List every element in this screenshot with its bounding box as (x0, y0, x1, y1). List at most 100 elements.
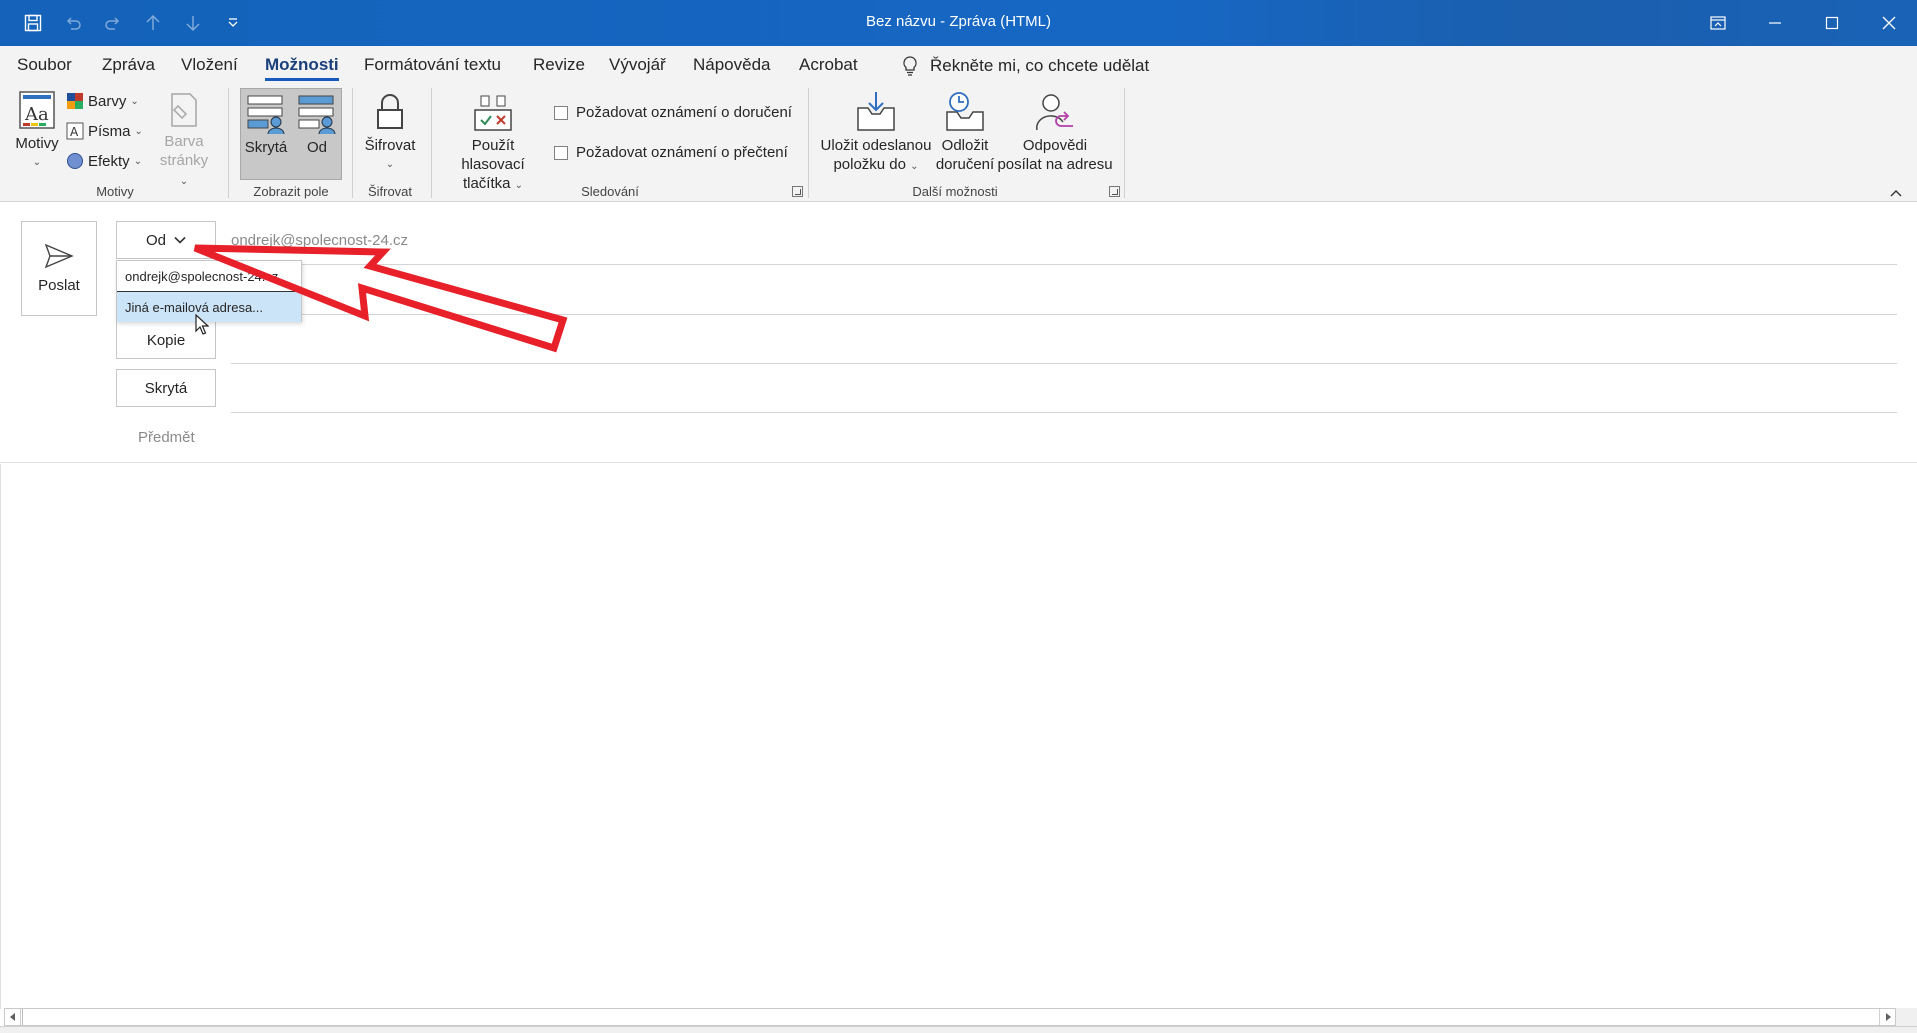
window-controls (1689, 0, 1917, 46)
fonts-icon: A (66, 122, 84, 140)
group-label-zobrazit-pole: Zobrazit pole (253, 184, 329, 199)
tell-me-label: Řekněte mi, co chcete udělat (930, 56, 1150, 75)
checkbox-box[interactable] (554, 145, 568, 160)
mouse-cursor-icon (195, 314, 209, 335)
delivery-receipt-checkbox[interactable]: Požadovat oznámení o doručení (554, 104, 792, 121)
collapse-ribbon-icon[interactable] (1889, 188, 1903, 198)
tab-revize[interactable]: Revize (533, 55, 585, 83)
reply-to-icon (1036, 94, 1073, 131)
checkbox-box[interactable] (554, 105, 568, 120)
tracking-dialog-launcher-icon[interactable] (792, 186, 803, 197)
show-from-button[interactable]: Od (294, 92, 340, 157)
group-label-dalsi-moznosti: Další možnosti (912, 184, 998, 199)
tab-soubor[interactable]: Soubor (17, 55, 72, 83)
voting-label-1: Použít hlasovací (461, 137, 525, 173)
send-button[interactable]: Poslat (21, 221, 97, 316)
save-sent-label-1: Uložit odeslanou (820, 137, 932, 154)
more-options-dialog-launcher-icon[interactable] (1109, 186, 1120, 197)
compose-header: Poslat Od ondrejk@spolecnost-24.cz Kopie… (0, 203, 1917, 463)
save-icon[interactable] (18, 8, 48, 38)
minimize-icon[interactable] (1746, 0, 1803, 46)
window-title: Bez názvu - Zpráva (HTML) (865, 13, 1052, 30)
arrow-down-icon[interactable] (178, 8, 208, 38)
send-icon (44, 243, 74, 269)
chevron-down-icon (174, 236, 186, 244)
effects-icon (67, 153, 83, 169)
tab-acrobat[interactable]: Acrobat (799, 55, 858, 83)
effects-button[interactable]: Efekty ⌄ (66, 152, 142, 170)
tab-formatovani-textu[interactable]: Formátování textu (364, 55, 501, 83)
save-sent-item-button[interactable]: Uložit odeslanou položku do ⌄ (816, 90, 936, 176)
scroll-right-icon[interactable] (1879, 1009, 1895, 1025)
page-color-label-1: Barva (164, 133, 204, 150)
page-color-button[interactable]: Barva stránky ⌄ (154, 90, 214, 191)
cc-label: Kopie (146, 331, 186, 349)
bcc-field-icon (247, 95, 285, 135)
save-sent-item-icon (857, 92, 895, 131)
horizontal-scrollbar[interactable] (4, 1008, 1896, 1026)
group-separator (228, 88, 229, 198)
customize-toolbar-icon[interactable] (218, 8, 248, 38)
voting-label-2: tlačítka (462, 175, 511, 192)
to-field-line[interactable] (231, 314, 1897, 315)
colors-button[interactable]: Barvy ⌄ (66, 92, 139, 110)
message-body[interactable] (0, 464, 1917, 1009)
redo-icon[interactable] (98, 8, 128, 38)
colors-icon (67, 93, 83, 109)
subject-field-line[interactable] (0, 462, 1917, 463)
chevron-down-icon: ⌄ (514, 180, 524, 191)
group-separator (352, 88, 353, 198)
group-label-sledovani: Sledování (581, 184, 639, 199)
chevron-down-icon: ⌄ (179, 176, 189, 187)
quick-access-toolbar (18, 8, 248, 38)
tab-zprava[interactable]: Zpráva (102, 55, 155, 83)
tab-moznosti[interactable]: Možnosti (265, 55, 339, 83)
from-dropdown-menu: ondrejk@spolecnost-24.cz Jiná e-mailová … (116, 260, 302, 322)
bcc-button[interactable]: Skrytá (116, 369, 216, 407)
ribbon-display-options-icon[interactable] (1689, 0, 1746, 46)
arrow-up-icon[interactable] (138, 8, 168, 38)
chevron-down-icon: ⌄ (910, 161, 919, 172)
effects-label: Efekty (88, 152, 130, 170)
dropdown-item-current-address[interactable]: ondrejk@spolecnost-24.cz (117, 261, 301, 291)
reply-to-label-1: Odpovědi (1022, 137, 1088, 154)
scroll-left-icon[interactable] (5, 1009, 21, 1025)
themes-button[interactable]: Aa Motivy ⌄ (12, 88, 62, 172)
title-bar: Bez názvu - Zpráva (HTML) (0, 0, 1917, 46)
delay-delivery-button[interactable]: Odložit doručení (932, 90, 998, 174)
svg-text:A: A (70, 125, 79, 139)
fonts-button[interactable]: A Písma ⌄ (66, 122, 143, 140)
show-from-label: Od (306, 139, 327, 156)
from-field-icon (298, 95, 336, 135)
reply-to-button[interactable]: Odpovědi posílat na adresu (996, 90, 1114, 174)
tab-napoveda[interactable]: Nápověda (693, 55, 771, 83)
colors-label: Barvy (88, 92, 127, 110)
themes-icon: Aa (19, 91, 55, 129)
encrypt-button[interactable]: Šifrovat ⌄ (362, 90, 418, 174)
show-bcc-label: Skrytá (244, 139, 288, 156)
group-label-motivy: Motivy (96, 184, 134, 199)
voting-buttons-button[interactable]: Použít hlasovací tlačítka ⌄ (438, 90, 548, 195)
close-icon[interactable] (1860, 0, 1917, 46)
dropdown-item-other-address[interactable]: Jiná e-mailová adresa... (117, 292, 301, 322)
lock-icon (377, 94, 403, 129)
voting-icon (474, 95, 512, 131)
lightbulb-icon (903, 56, 917, 76)
tell-me-search[interactable]: Řekněte mi, co chcete udělat (900, 55, 1149, 77)
tab-vyvojar[interactable]: Vývojář (609, 55, 666, 83)
svg-text:Aa: Aa (24, 104, 49, 125)
fonts-label: Písma (88, 122, 131, 140)
group-separator (431, 88, 432, 198)
scrollbar-track[interactable] (22, 1009, 1878, 1025)
bcc-field-line[interactable] (231, 412, 1897, 413)
read-receipt-checkbox[interactable]: Požadovat oznámení o přečtení (554, 144, 788, 161)
save-sent-label-2: položku do (833, 156, 906, 173)
cc-field-line[interactable] (231, 363, 1897, 364)
undo-icon[interactable] (58, 8, 88, 38)
chevron-down-icon: ⌄ (32, 157, 42, 168)
tab-vlozeni[interactable]: Vložení (181, 55, 238, 83)
status-bar (0, 1026, 1917, 1033)
from-button[interactable]: Od (116, 221, 216, 259)
maximize-icon[interactable] (1803, 0, 1860, 46)
show-bcc-button[interactable]: Skrytá (242, 92, 290, 157)
